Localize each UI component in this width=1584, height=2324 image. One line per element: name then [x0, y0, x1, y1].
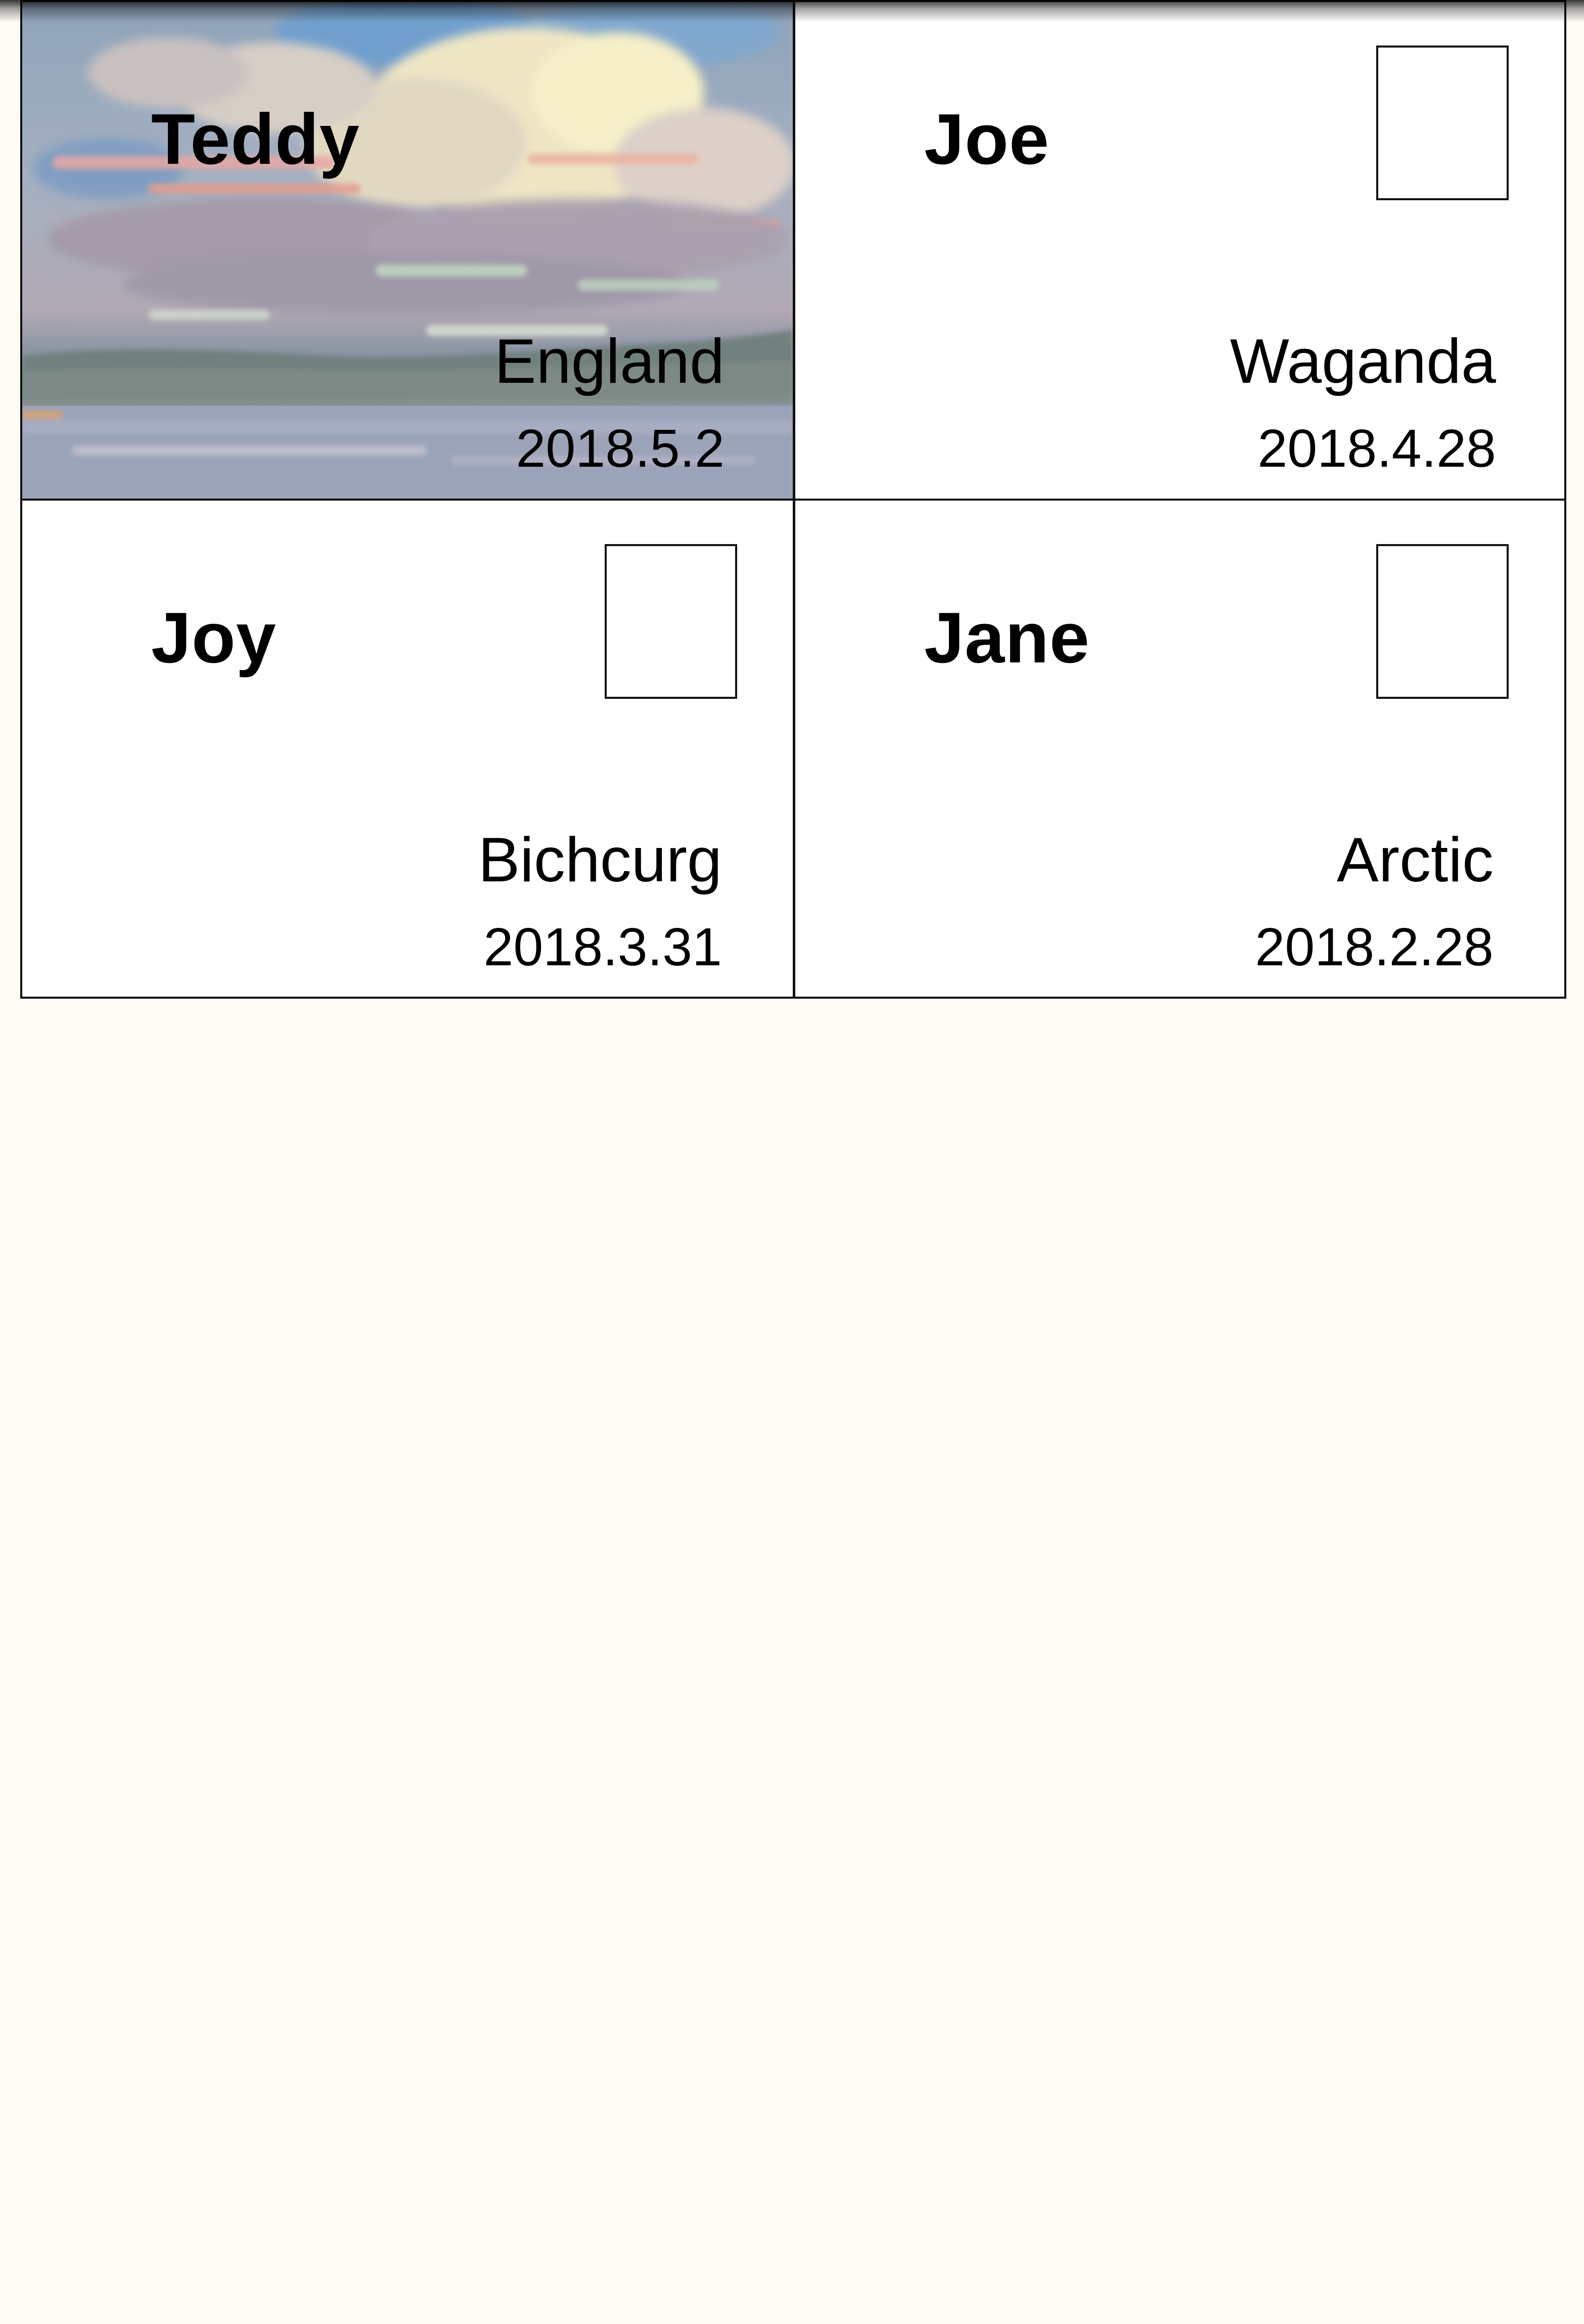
card-name: Teddy [151, 99, 360, 180]
card-name: Joy [151, 598, 277, 678]
card-name: Joe [924, 99, 1050, 180]
card-grid: Teddy England 2018.5.2 Joe Waganda 2018.… [20, 0, 1566, 999]
card-date: 2018.3.31 [483, 917, 722, 977]
card-date: 2018.5.2 [516, 419, 725, 478]
card-name: Jane [924, 598, 1090, 678]
image-placeholder-icon [1376, 46, 1509, 200]
card-date: 2018.2.28 [1255, 917, 1494, 977]
card-teddy[interactable]: Teddy England 2018.5.2 [20, 0, 794, 500]
card-place: Waganda [1230, 327, 1496, 396]
image-placeholder-icon [605, 544, 737, 699]
card-place: Bichcurg [478, 825, 722, 895]
image-placeholder-icon [1376, 544, 1509, 699]
card-jane[interactable]: Jane Arctic 2018.2.28 [794, 500, 1566, 999]
card-place: Arctic [1337, 825, 1494, 895]
card-date: 2018.4.28 [1257, 419, 1496, 478]
card-joy[interactable]: Joy Bichcurg 2018.3.31 [20, 500, 794, 999]
card-place: England [494, 327, 725, 396]
top-edge-shadow [0, 0, 1584, 22]
card-joe[interactable]: Joe Waganda 2018.4.28 [794, 0, 1566, 500]
